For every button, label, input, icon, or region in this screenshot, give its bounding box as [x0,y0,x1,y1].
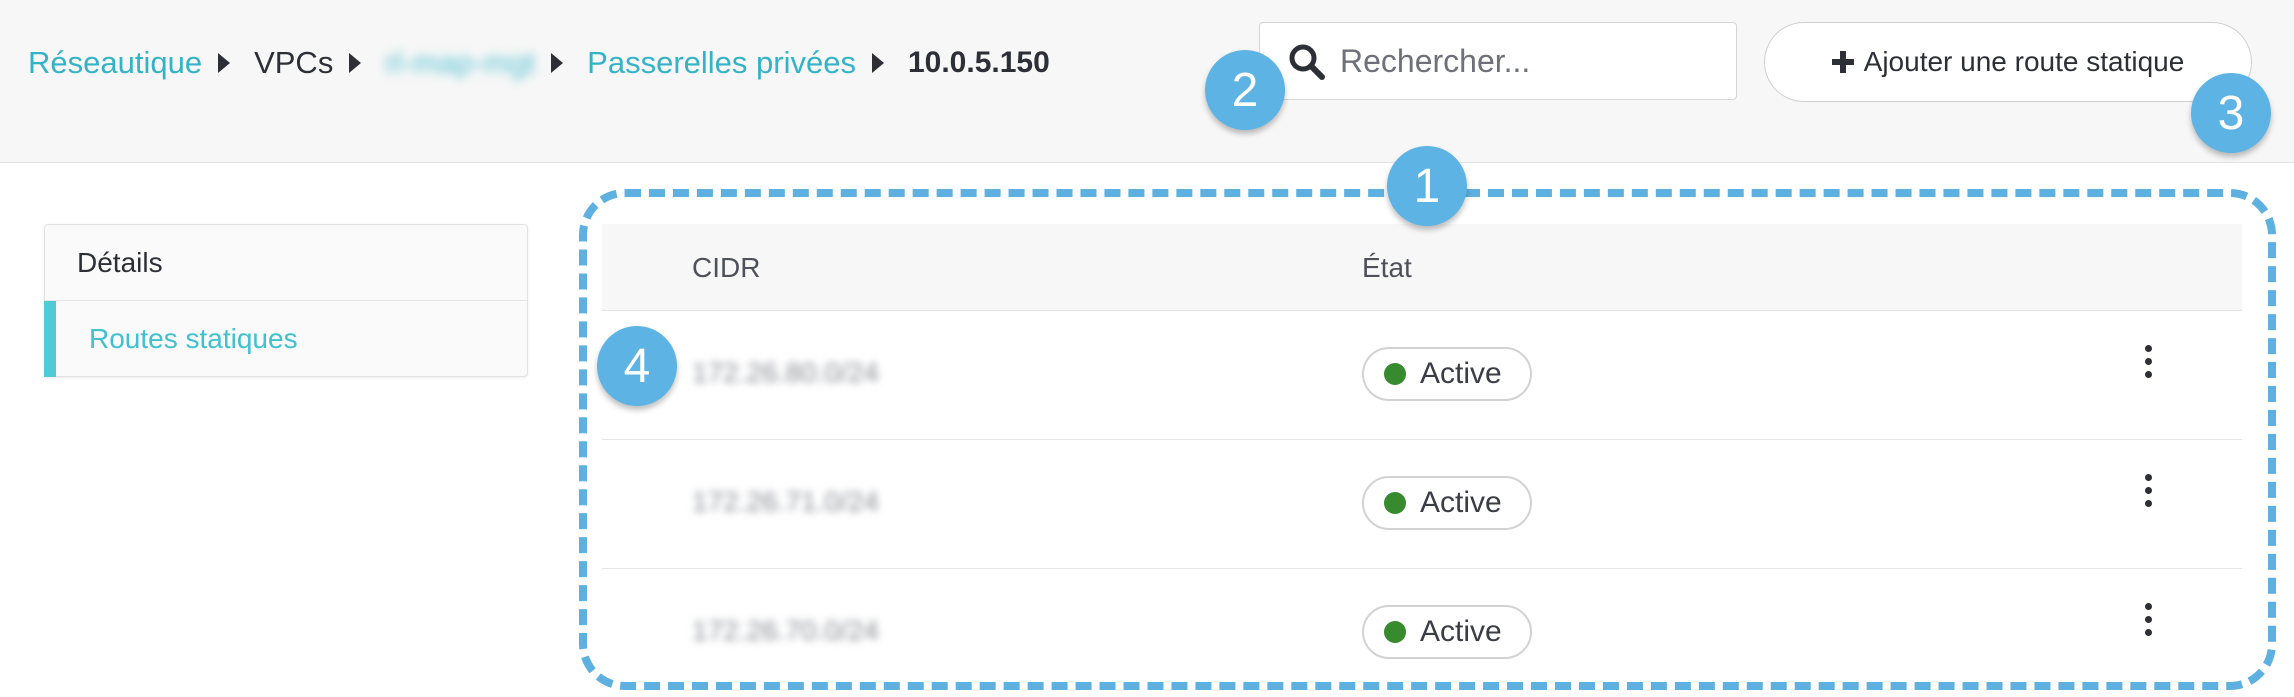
status-dot-icon [1384,363,1406,385]
add-static-route-button[interactable]: Ajouter une route statique [1764,22,2252,102]
row-actions-menu-icon[interactable] [2138,345,2158,385]
breadcrumb-separator-icon [349,53,362,73]
breadcrumb-current: 10.0.5.150 [907,46,1050,79]
column-header-cidr: CIDR [692,252,761,283]
cidr-value: 172.26.71.0/24 [692,486,879,517]
plus-icon [1831,51,1854,73]
sidebar-item-label: Routes statiques [89,323,298,354]
column-header-state: État [1362,252,1412,283]
cidr-value: 172.26.80.0/24 [692,357,879,388]
cidr-value: 172.26.70.0/24 [692,615,879,646]
status-text: Active [1420,486,1502,519]
breadcrumb-vpc-name[interactable]: rl-map-mgt [385,45,535,81]
status-text: Active [1420,615,1502,648]
status-badge: Active [1362,476,1532,530]
search-input[interactable] [1340,23,1720,99]
table-row: 172.26.71.0/24 Active [602,440,2242,569]
row-actions-menu-icon[interactable] [2138,474,2158,514]
row-actions-menu-icon[interactable] [2138,603,2158,643]
table-row: 172.26.70.0/24 Active [602,569,2242,697]
callout-badge-3: 3 [2191,73,2271,153]
status-badge: Active [1362,347,1532,401]
status-text: Active [1420,357,1502,390]
sidebar-item-details[interactable]: Détails [45,225,527,301]
breadcrumb-reseautique[interactable]: Réseautique [28,45,202,81]
add-static-route-label: Ajouter une route statique [1863,46,2185,77]
status-badge: Active [1362,605,1532,659]
search-icon [1289,44,1325,80]
sidebar-item-static-routes[interactable]: Routes statiques [44,301,527,377]
breadcrumb-separator-icon [871,53,884,73]
static-routes-table: CIDR État 172.26.80.0/24 Active 172.26.7… [602,224,2242,697]
search-box[interactable] [1259,22,1737,100]
callout-badge-1: 1 [1387,146,1467,226]
callout-badge-4: 4 [597,326,677,406]
table-header: CIDR État [602,224,2242,311]
top-bar: Réseautique VPCs rl-map-mgt Passerelles … [0,0,2294,163]
breadcrumb-separator-icon [218,53,231,73]
breadcrumb-vpcs[interactable]: VPCs [254,45,333,81]
sidebar-item-label: Détails [77,246,163,278]
breadcrumb-separator-icon [551,53,564,73]
breadcrumb-passerelles-privees[interactable]: Passerelles privées [587,45,856,81]
breadcrumb: Réseautique VPCs rl-map-mgt Passerelles … [28,40,1050,86]
side-navigation: Détails Routes statiques [44,224,528,377]
table-row: 172.26.80.0/24 Active [602,311,2242,440]
status-dot-icon [1384,492,1406,514]
status-dot-icon [1384,621,1406,643]
callout-badge-2: 2 [1205,50,1285,130]
